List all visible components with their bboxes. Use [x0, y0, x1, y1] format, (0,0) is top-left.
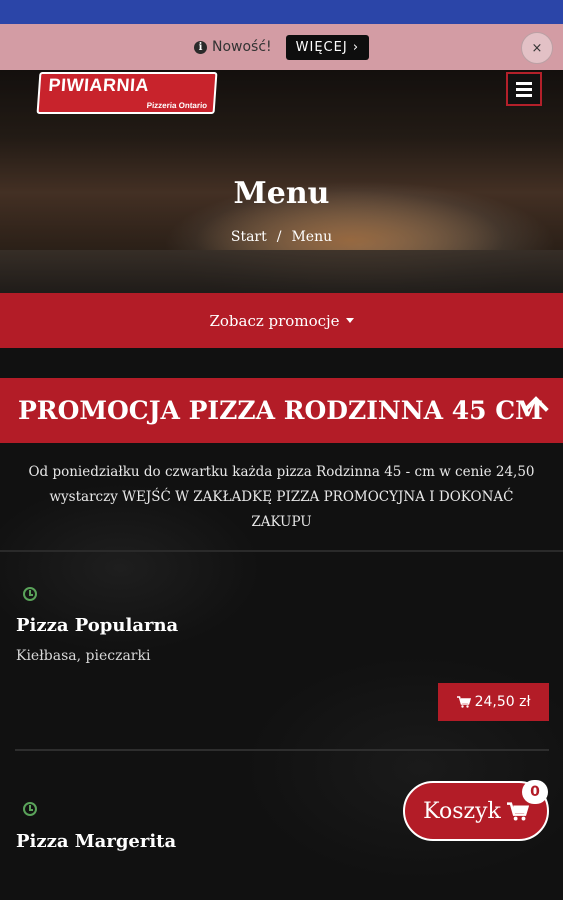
menu-item-name: Pizza Margerita	[16, 831, 177, 852]
breadcrumb: Start / Menu	[0, 229, 563, 245]
clock-icon	[23, 587, 37, 601]
promotion-title: PROMOCJA PIZZA RODZINNA 45 CM	[18, 396, 543, 425]
close-announcement-button[interactable]: ×	[521, 32, 553, 64]
menu-button[interactable]	[506, 72, 542, 106]
info-icon: i	[193, 40, 207, 54]
breadcrumb-current: Menu	[291, 229, 333, 245]
cart-label: Koszyk	[423, 798, 501, 824]
breadcrumb-start-link[interactable]: Start	[231, 229, 267, 245]
announcement-bar: i Nowość! WIĘCEJ › ×	[0, 24, 563, 70]
menu-item-description: Kiełbasa, pieczarki	[16, 648, 151, 664]
menu-item-price: 24,50 zł	[474, 694, 531, 710]
close-icon: ×	[531, 40, 543, 56]
item-divider	[15, 749, 549, 751]
logo-main-text: PIWIARNIA	[47, 75, 150, 95]
see-promotions-label: Zobacz promocje	[209, 311, 340, 330]
announcement-info: i Nowość!	[193, 39, 272, 55]
logo-sub-text: Pizzeria Ontario	[146, 101, 208, 110]
clock-icon	[23, 802, 37, 816]
menu-item-name: Pizza Popularna	[16, 615, 179, 636]
caret-down-icon	[345, 318, 354, 323]
menu-icon-bar	[516, 87, 532, 91]
see-promotions-button[interactable]: Zobacz promocje	[0, 293, 563, 348]
announcement-label: Nowość!	[211, 39, 272, 55]
promotion-banner[interactable]: PROMOCJA PIZZA RODZINNA 45 CM	[0, 378, 563, 443]
cart-count-badge: 0	[522, 780, 548, 804]
page-title: Menu	[233, 176, 330, 211]
brand-logo[interactable]: PIWIARNIA Pizzeria Ontario	[36, 72, 218, 114]
cart-icon	[456, 696, 471, 708]
top-status-bar	[0, 0, 563, 24]
add-to-cart-button[interactable]: 24,50 zł	[438, 683, 549, 721]
menu-icon-bar	[516, 93, 532, 97]
cart-icon	[506, 801, 529, 821]
menu-icon-bar	[516, 81, 532, 85]
more-button[interactable]: WIĘCEJ ›	[285, 34, 370, 60]
breadcrumb-separator: /	[276, 229, 282, 245]
promotion-description: Od poniedziałku do czwartku każda pizza …	[28, 464, 535, 530]
section-divider	[0, 550, 563, 552]
